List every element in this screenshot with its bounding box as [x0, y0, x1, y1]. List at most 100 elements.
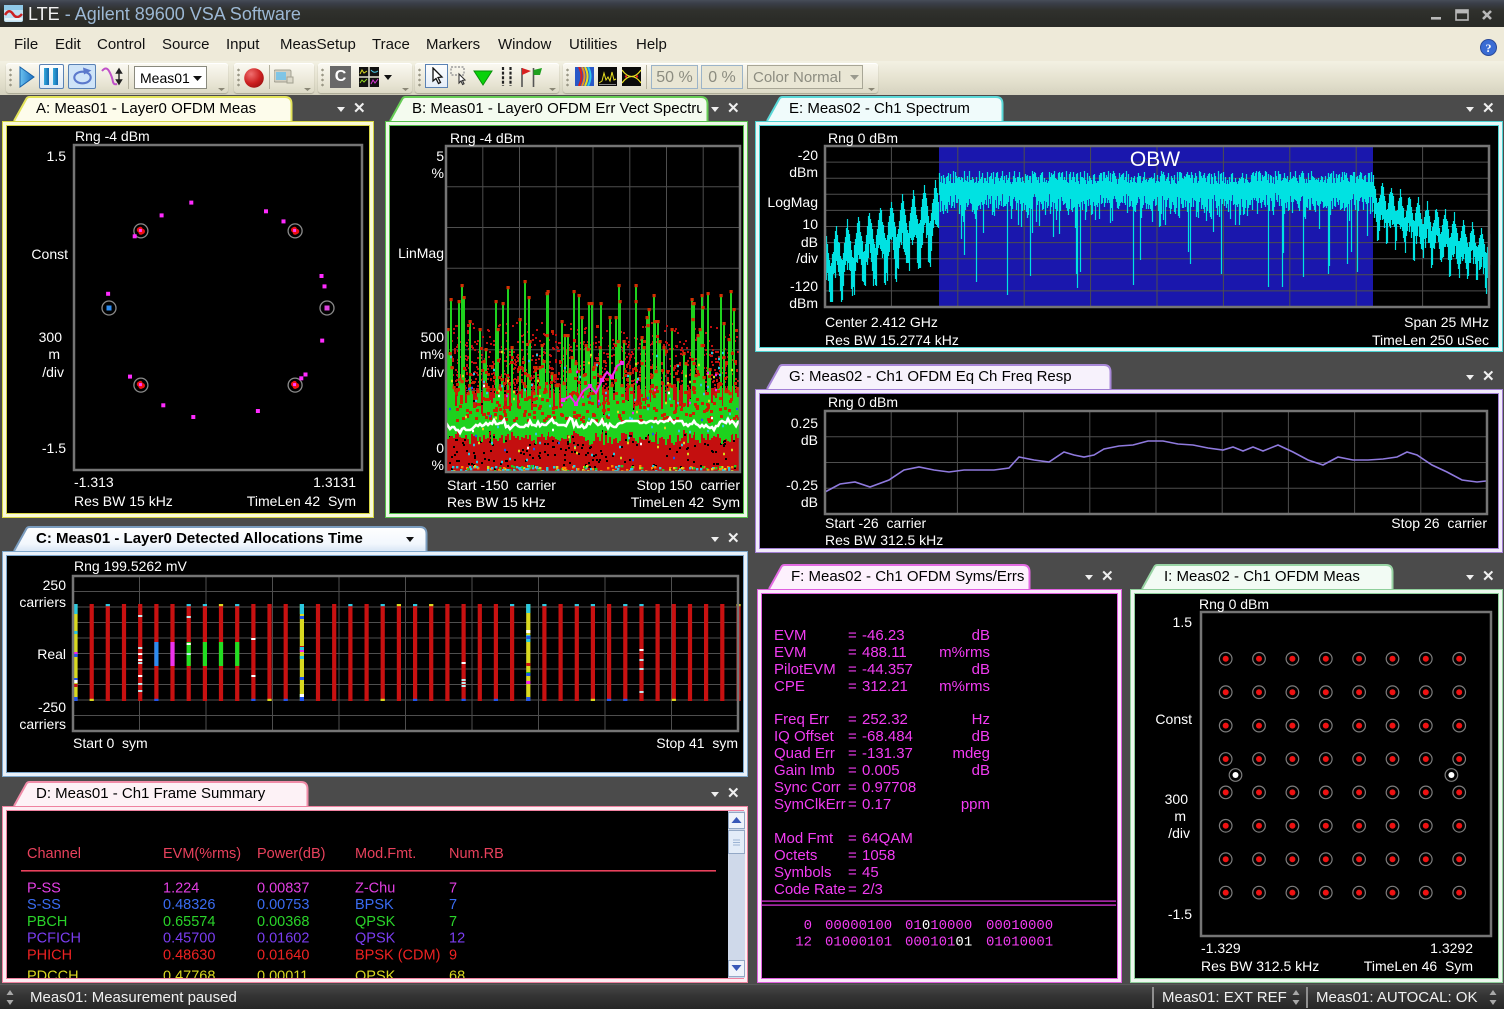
svg-text:1.224: 1.224: [163, 880, 199, 896]
svg-text:P-SS: P-SS: [27, 880, 61, 896]
svg-text:OBW: OBW: [1130, 148, 1180, 171]
svg-text:Start -26 carrier: Start -26 carrier: [825, 515, 926, 531]
svg-text:dB: dB: [801, 432, 818, 448]
svg-text:PCFICH: PCFICH: [27, 931, 81, 947]
svg-text:dB: dB: [972, 762, 990, 779]
svg-text:IQ Offset: IQ Offset: [774, 728, 835, 745]
svg-text:252.32: 252.32: [862, 711, 908, 728]
svg-text:01010000: 01010000: [905, 918, 972, 934]
svg-text:m: m: [48, 346, 60, 362]
svg-text:PDCCH: PDCCH: [27, 969, 79, 979]
svg-text:0.01602: 0.01602: [257, 931, 309, 947]
svg-text:Hz: Hz: [972, 711, 990, 728]
svg-text:0.00753: 0.00753: [257, 897, 309, 913]
svg-text:/div: /div: [42, 364, 64, 380]
svg-text:Res BW 312.5 kHz: Res BW 312.5 kHz: [1201, 958, 1319, 974]
svg-text:dB: dB: [801, 494, 818, 510]
svg-text:TimeLen 46 Sym: TimeLen 46 Sym: [1364, 958, 1473, 974]
svg-text:PHICH: PHICH: [27, 948, 72, 964]
svg-text:Quad Err: Quad Err: [774, 745, 835, 762]
svg-text:ppm: ppm: [961, 796, 990, 813]
svg-text:0.00368: 0.00368: [257, 914, 309, 930]
svg-text:5: 5: [436, 148, 444, 164]
svg-text:Power(dB): Power(dB): [257, 846, 326, 862]
svg-text:TimeLen 42 Sym: TimeLen 42 Sym: [631, 494, 740, 510]
svg-text:0.47768: 0.47768: [163, 969, 215, 979]
svg-text:TimeLen 42 Sym: TimeLen 42 Sym: [247, 493, 356, 509]
svg-text:10: 10: [802, 216, 818, 232]
svg-text:/div: /div: [1168, 825, 1190, 841]
svg-text:Rng 0 dBm: Rng 0 dBm: [1199, 596, 1269, 612]
svg-text:300: 300: [39, 329, 63, 345]
svg-text:Rng -4 dBm: Rng -4 dBm: [75, 128, 150, 144]
svg-text:1058: 1058: [862, 847, 895, 864]
svg-text:Const: Const: [31, 246, 68, 262]
svg-text:Res BW 15.2774 kHz: Res BW 15.2774 kHz: [825, 332, 959, 348]
svg-text:=: =: [848, 864, 857, 881]
svg-text:0.005: 0.005: [862, 762, 900, 779]
svg-text:-1.5: -1.5: [1168, 906, 1192, 922]
svg-text:00010101: 00010101: [905, 935, 972, 951]
svg-text:01000101: 01000101: [825, 935, 892, 951]
svg-text:1.5: 1.5: [1173, 614, 1193, 630]
svg-text:0: 0: [436, 440, 444, 456]
svg-text:/div: /div: [422, 364, 444, 380]
svg-text:00010000: 00010000: [986, 918, 1053, 934]
svg-text:-68.484: -68.484: [862, 728, 913, 745]
svg-text:-0.25: -0.25: [786, 477, 818, 493]
svg-text:BPSK (CDM): BPSK (CDM): [355, 948, 440, 964]
svg-text:0.25: 0.25: [791, 415, 818, 431]
svg-text:QPSK: QPSK: [355, 914, 396, 930]
svg-text:-131.37: -131.37: [862, 745, 913, 762]
svg-text:-20: -20: [798, 147, 818, 163]
svg-text:-1.313: -1.313: [74, 474, 114, 490]
svg-text:Const: Const: [1155, 711, 1192, 727]
svg-text:Real: Real: [37, 646, 66, 662]
svg-text:=: =: [848, 627, 857, 644]
svg-text:m%rms: m%rms: [939, 644, 990, 661]
svg-text:dB: dB: [801, 234, 818, 250]
svg-text:=: =: [848, 728, 857, 745]
svg-text:dB: dB: [972, 728, 990, 745]
svg-text:488.11: 488.11: [862, 644, 907, 661]
svg-text:9: 9: [449, 948, 457, 964]
svg-text:=: =: [848, 762, 857, 779]
svg-text:PilotEVM: PilotEVM: [774, 661, 836, 678]
svg-text:1.3131: 1.3131: [313, 474, 356, 490]
svg-text:12: 12: [449, 931, 465, 947]
svg-text:LogMag: LogMag: [767, 194, 818, 210]
svg-text:=: =: [848, 881, 857, 898]
svg-text:312.21: 312.21: [862, 678, 908, 695]
svg-text:2/3: 2/3: [862, 881, 883, 898]
svg-text:Symbols: Symbols: [774, 864, 832, 881]
svg-text:m%: m%: [420, 346, 444, 362]
svg-text:Rng 0 dBm: Rng 0 dBm: [828, 394, 898, 410]
svg-text:7: 7: [449, 914, 457, 930]
svg-text:Mod Fmt: Mod Fmt: [774, 830, 834, 847]
svg-text:7: 7: [449, 880, 457, 896]
svg-text:Res BW 15 kHz: Res BW 15 kHz: [74, 493, 173, 509]
svg-text:=: =: [848, 678, 857, 695]
svg-text:Center 2.412 GHz: Center 2.412 GHz: [825, 314, 938, 330]
svg-text:Res BW 15 kHz: Res BW 15 kHz: [447, 494, 546, 510]
svg-text:SymClkErr: SymClkErr: [774, 796, 846, 813]
svg-text:Res BW 312.5 kHz: Res BW 312.5 kHz: [825, 532, 943, 548]
svg-text:0.01640: 0.01640: [257, 948, 309, 964]
svg-text:0.00011: 0.00011: [257, 969, 308, 979]
svg-text:Gain Imb: Gain Imb: [774, 762, 835, 779]
svg-text:EVM(%rms): EVM(%rms): [163, 846, 241, 862]
svg-text:=: =: [848, 847, 857, 864]
svg-text:0.65574: 0.65574: [163, 914, 215, 930]
svg-text:m: m: [1174, 808, 1186, 824]
svg-text:?: ?: [1486, 41, 1492, 55]
svg-text:TimeLen 250 uSec: TimeLen 250 uSec: [1372, 332, 1489, 348]
svg-text:Freq Err: Freq Err: [774, 711, 829, 728]
svg-text:Rng 199.5262 mV: Rng 199.5262 mV: [74, 558, 188, 574]
svg-text:0.45700: 0.45700: [163, 931, 215, 947]
svg-text:=: =: [848, 644, 857, 661]
svg-text:0.17: 0.17: [862, 796, 891, 813]
svg-text:mdeg: mdeg: [952, 745, 990, 762]
svg-text:45: 45: [862, 864, 879, 881]
svg-text:Octets: Octets: [774, 847, 817, 864]
svg-text:dBm: dBm: [789, 295, 818, 311]
